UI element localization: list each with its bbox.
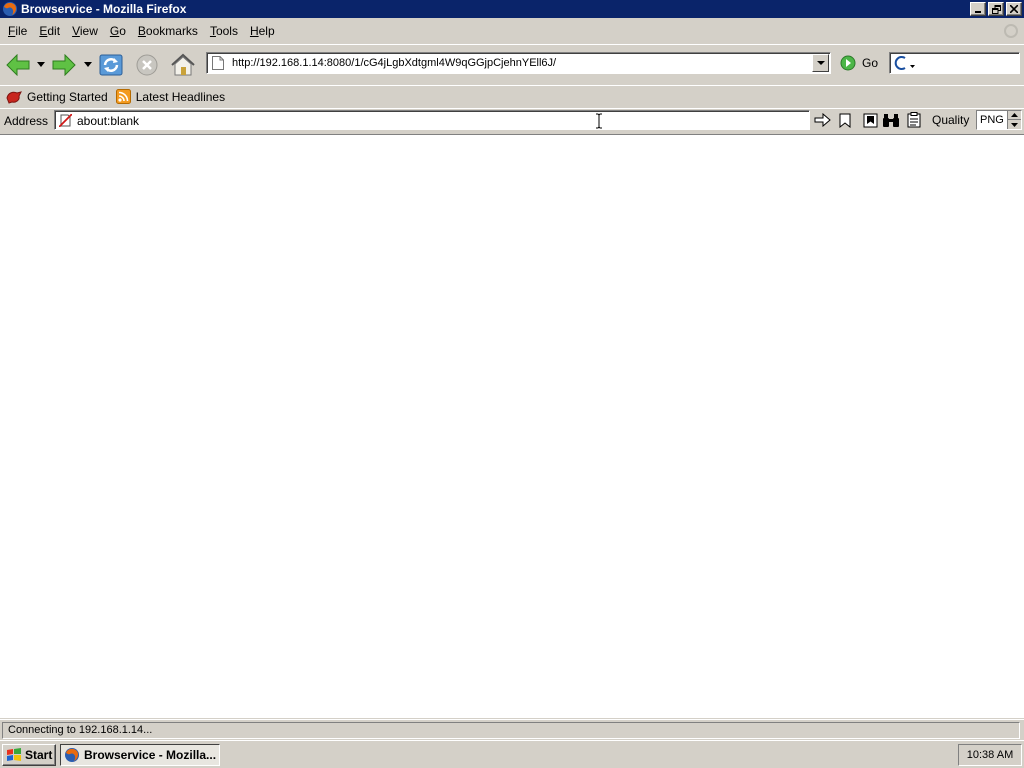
firefox-icon [65, 748, 79, 762]
bookmark-icon [839, 113, 851, 128]
system-tray: 10:38 AM [958, 744, 1022, 766]
menu-tools[interactable]: Tools [204, 24, 244, 38]
getting-started-icon [6, 90, 22, 104]
forward-dropdown-icon[interactable] [84, 62, 92, 68]
throbber-icon [1004, 24, 1018, 38]
bookmarks-toolbar: Getting Started Latest Headlines [0, 85, 1024, 107]
home-icon [171, 53, 195, 76]
restore-button[interactable] [988, 2, 1004, 16]
close-icon [1010, 5, 1018, 13]
rss-feed-icon [115, 89, 131, 104]
start-label: Start [25, 748, 53, 762]
page-icon [212, 56, 224, 70]
arrow-right-icon [814, 113, 831, 127]
menu-edit[interactable]: Edit [33, 24, 66, 38]
spin-down-icon [1011, 122, 1018, 127]
chevron-down-icon [816, 60, 825, 65]
menu-view[interactable]: View [66, 24, 104, 38]
taskbar-item-firefox[interactable]: Browservice - Mozilla... [60, 744, 220, 766]
forward-arrow-icon [52, 54, 76, 76]
back-button[interactable] [4, 51, 32, 79]
url-text: http://192.168.1.14:8080/1/cG4jLgbXdtgml… [232, 57, 557, 69]
binoculars-icon [883, 113, 899, 127]
bookmarks-manager-button[interactable] [861, 112, 879, 128]
back-arrow-icon [6, 54, 30, 76]
page-content[interactable] [0, 134, 1024, 718]
home-button[interactable] [169, 51, 197, 79]
search-input[interactable] [889, 52, 1020, 74]
url-history-dropdown[interactable] [812, 54, 829, 72]
bookmarks-list-icon [863, 113, 877, 127]
start-button[interactable]: Start [2, 744, 56, 766]
reload-icon [99, 54, 123, 76]
bookmark-label: Latest Headlines [135, 89, 226, 104]
text-cursor-icon [596, 113, 602, 129]
address-input[interactable]: about:blank [54, 110, 810, 130]
address-label: Address [4, 114, 49, 128]
spin-up-icon [1011, 113, 1018, 117]
bookmark-getting-started[interactable]: Getting Started [6, 90, 108, 104]
minimize-icon [975, 11, 981, 13]
reload-button[interactable] [97, 51, 125, 79]
back-dropdown-icon[interactable] [37, 62, 45, 68]
taskbar: Start Browservice - Mozilla... 10:38 AM [0, 740, 1024, 768]
clipboard-icon [907, 112, 921, 128]
taskbar-item-label: Browservice - Mozilla... [84, 748, 217, 762]
status-text: Connecting to 192.168.1.14... [2, 722, 1020, 739]
forward-button[interactable] [50, 51, 78, 79]
navigate-button[interactable] [813, 112, 831, 128]
windows-logo-icon [7, 748, 21, 761]
menu-bar: File Edit View Go Bookmarks Tools Help [0, 20, 1024, 42]
clock[interactable]: 10:38 AM [967, 749, 1013, 761]
clipboard-button[interactable] [905, 112, 923, 128]
go-label: Go [862, 56, 879, 70]
bookmark-page-button[interactable] [836, 112, 854, 128]
quality-label: Quality [932, 113, 970, 127]
go-button[interactable]: Go [840, 54, 878, 72]
go-icon [840, 55, 856, 71]
window-title: Browservice - Mozilla Firefox [21, 2, 187, 16]
menu-bookmarks[interactable]: Bookmarks [132, 24, 204, 38]
close-button[interactable] [1006, 2, 1022, 16]
quality-value: PNG [980, 114, 1004, 126]
firefox-icon [3, 2, 17, 16]
search-engine-icon [894, 56, 915, 70]
url-bar[interactable]: http://192.168.1.14:8080/1/cG4jLgbXdtgml… [206, 52, 831, 74]
quality-spinner[interactable] [1007, 111, 1021, 129]
find-button[interactable] [882, 112, 900, 128]
minimize-button[interactable] [970, 2, 986, 16]
bookmark-latest-headlines[interactable]: Latest Headlines [115, 89, 226, 104]
status-bar: Connecting to 192.168.1.14... [0, 719, 1024, 740]
window-titlebar[interactable]: Browservice - Mozilla Firefox [0, 0, 1024, 18]
restore-icon [991, 4, 1001, 14]
address-value: about:blank [77, 114, 140, 128]
quality-select[interactable]: PNG [976, 110, 1022, 130]
menu-go[interactable]: Go [104, 24, 132, 38]
stop-icon [136, 54, 158, 76]
menu-help[interactable]: Help [244, 24, 281, 38]
menu-file[interactable]: File [2, 24, 33, 38]
bookmark-label: Getting Started [27, 89, 108, 104]
stop-button[interactable] [133, 51, 161, 79]
no-page-icon [59, 114, 72, 127]
